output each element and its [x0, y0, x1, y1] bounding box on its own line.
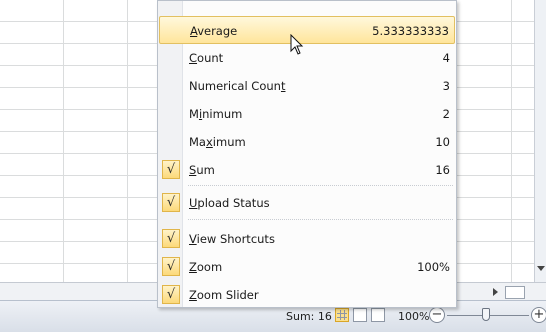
checkmark-icon: √ — [162, 285, 180, 304]
scroll-down-arrow-icon[interactable] — [537, 266, 545, 271]
status-sum: Sum: 16 — [286, 310, 332, 323]
menu-item-upload-status[interactable]: √ Upload Status — [159, 189, 455, 217]
menu-item-label: Zoom — [189, 260, 223, 274]
menu-item-label: Zoom Slider — [189, 288, 259, 302]
menu-item-maximum[interactable]: Maximum 10 — [159, 128, 455, 156]
zoom-slider-thumb[interactable] — [482, 308, 490, 321]
menu-item-value: 3 — [442, 79, 450, 93]
menu-item-count[interactable]: Count 4 — [159, 44, 455, 72]
menu-item-label: Sum — [189, 163, 215, 177]
menu-item-average[interactable]: Average 5.333333333 — [159, 16, 455, 44]
vertical-scrollbar[interactable] — [534, 0, 546, 282]
page-layout-view-icon[interactable] — [353, 308, 367, 322]
menu-item-view-shortcuts[interactable]: √ View Shortcuts — [159, 225, 455, 253]
checkmark-icon: √ — [162, 229, 180, 248]
menu-item-label: Minimum — [189, 107, 243, 121]
menu-item-value: 2 — [442, 107, 450, 121]
menu-item-value: 4 — [442, 51, 450, 65]
checkmark-icon: √ — [162, 257, 180, 276]
menu-separator — [188, 219, 453, 220]
menu-item-label: Maximum — [189, 135, 246, 149]
menu-item-minimum[interactable]: Minimum 2 — [159, 100, 455, 128]
zoom-in-button[interactable]: + — [531, 307, 546, 323]
menu-item-label: Count — [189, 51, 224, 65]
menu-item-label: View Shortcuts — [189, 232, 275, 246]
menu-item-label: Numerical Count — [189, 79, 286, 93]
menu-item-numerical-count[interactable]: Numerical Count 3 — [159, 72, 455, 100]
normal-view-icon[interactable] — [335, 308, 349, 322]
menu-separator — [188, 185, 453, 186]
menu-item-zoom-slider[interactable]: √ Zoom Slider — [159, 281, 455, 309]
mouse-pointer-icon — [290, 34, 304, 55]
menu-item-value: 16 — [435, 163, 450, 177]
menu-item-value: 10 — [435, 135, 450, 149]
scroll-right-arrow-icon[interactable] — [493, 288, 498, 296]
menu-item-label: Average — [190, 24, 238, 38]
checkmark-icon: √ — [162, 160, 180, 179]
zoom-level[interactable]: 100% — [398, 310, 429, 323]
menu-item-value: 100% — [417, 260, 450, 274]
customize-status-bar-menu: Average 5.333333333 Count 4 Numerical Count 3… — [157, 0, 457, 308]
menu-item-value: 5.333333333 — [372, 24, 449, 38]
menu-item-sum[interactable]: √ Sum 16 — [159, 156, 455, 184]
checkmark-icon: √ — [162, 193, 180, 212]
menu-item-label: Upload Status — [189, 196, 270, 210]
menu-item-zoom[interactable]: √ Zoom 100% — [159, 253, 455, 281]
zoom-out-button[interactable]: − — [429, 307, 445, 323]
horizontal-scroll-thumb[interactable] — [505, 286, 525, 299]
page-break-preview-icon[interactable] — [371, 308, 385, 322]
